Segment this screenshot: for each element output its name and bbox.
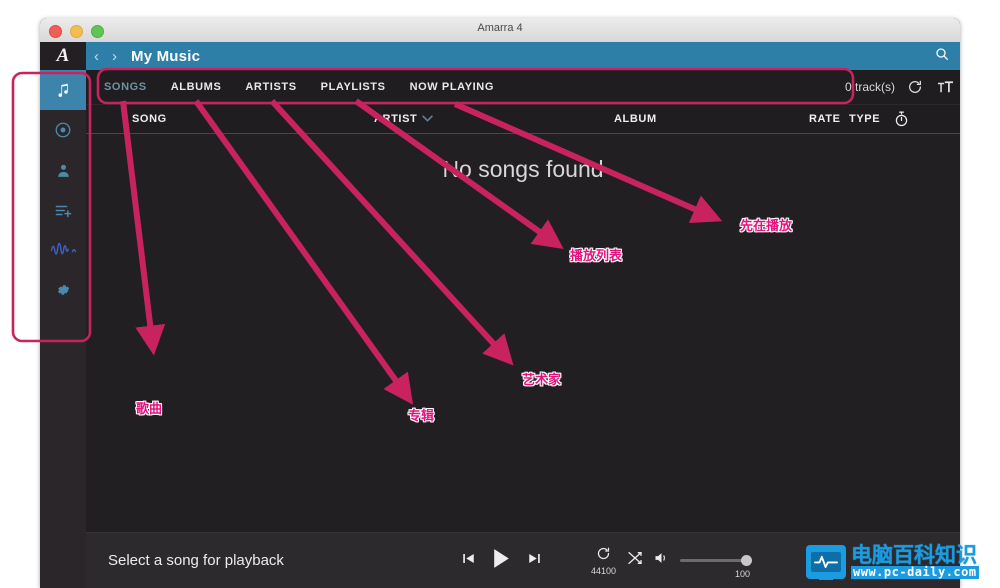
previous-track-icon[interactable] bbox=[461, 551, 476, 571]
repeat-icon[interactable] bbox=[596, 546, 611, 566]
refresh-icon[interactable] bbox=[907, 79, 923, 95]
app-window: Amarra 4 A ‹ › My Music SONGS ALBUMS ART… bbox=[40, 18, 960, 588]
chevron-down-icon bbox=[422, 113, 434, 125]
column-header-artist-label: ARTIST bbox=[374, 113, 418, 125]
tab-bar: SONGS ALBUMS ARTISTS PLAYLISTS NOW PLAYI… bbox=[86, 70, 960, 105]
playlist-add-icon bbox=[54, 201, 73, 220]
volume-slider[interactable]: 100 bbox=[680, 554, 753, 579]
window-body: A ‹ › My Music SONGS ALBUMS ARTISTS PLAY… bbox=[40, 42, 960, 588]
forward-arrow-icon[interactable]: › bbox=[112, 49, 117, 64]
gear-icon bbox=[54, 281, 72, 299]
screenshot-root: Amarra 4 A ‹ › My Music SONGS ALBUMS ART… bbox=[0, 0, 1000, 588]
column-header-artist[interactable]: ARTIST bbox=[374, 113, 434, 125]
sidebar: A bbox=[40, 42, 86, 588]
person-icon bbox=[55, 162, 72, 179]
player-status-text: Select a song for playback bbox=[108, 552, 284, 569]
watermark: 电脑百科知识 www.pc-daily.com bbox=[806, 543, 979, 580]
monitor-pulse-icon bbox=[806, 544, 846, 580]
stopwatch-icon[interactable] bbox=[894, 111, 909, 127]
tab-songs[interactable]: SONGS bbox=[92, 70, 159, 104]
page-title: My Music bbox=[131, 47, 201, 65]
text-size-icon[interactable] bbox=[937, 80, 954, 95]
music-note-icon bbox=[55, 82, 72, 99]
disc-icon bbox=[54, 121, 72, 139]
sidebar-item-playlists[interactable] bbox=[40, 190, 86, 230]
header-nav-arrows[interactable]: ‹ › bbox=[94, 49, 117, 64]
play-icon[interactable] bbox=[491, 547, 512, 575]
column-header-album[interactable]: ALBUM bbox=[614, 113, 657, 125]
transport-controls[interactable] bbox=[461, 547, 542, 575]
tab-now-playing[interactable]: NOW PLAYING bbox=[398, 70, 506, 104]
volume-icon[interactable] bbox=[654, 551, 669, 570]
back-arrow-icon[interactable]: ‹ bbox=[94, 49, 99, 64]
sidebar-item-songs[interactable] bbox=[40, 70, 86, 110]
tab-playlists[interactable]: PLAYLISTS bbox=[309, 70, 398, 104]
watermark-brand: 电脑百科知识 bbox=[851, 543, 977, 567]
sample-rate-block[interactable]: 44100 bbox=[591, 546, 616, 576]
sidebar-item-now-playing[interactable] bbox=[40, 230, 86, 270]
shuffle-icon[interactable] bbox=[627, 550, 643, 571]
next-track-icon[interactable] bbox=[527, 551, 542, 571]
tab-artists[interactable]: ARTISTS bbox=[233, 70, 308, 104]
column-header-rate[interactable]: RATE bbox=[809, 113, 841, 125]
main-column: ‹ › My Music SONGS ALBUMS ARTISTS PLAYLI… bbox=[86, 42, 960, 588]
empty-state-message: No songs found bbox=[442, 156, 604, 182]
app-logo: A bbox=[40, 42, 86, 70]
tab-albums[interactable]: ALBUMS bbox=[159, 70, 234, 104]
sidebar-item-settings[interactable] bbox=[40, 270, 86, 310]
column-header-type[interactable]: TYPE bbox=[849, 113, 880, 125]
sidebar-item-albums[interactable] bbox=[40, 110, 86, 150]
sidebar-item-artists[interactable] bbox=[40, 150, 86, 190]
track-count-label: 0 track(s) bbox=[844, 80, 895, 94]
search-icon[interactable] bbox=[934, 46, 950, 67]
window-title: Amarra 4 bbox=[477, 22, 523, 34]
sample-rate-label: 44100 bbox=[591, 565, 617, 576]
waveform-icon bbox=[50, 240, 77, 261]
volume-slider-knob[interactable] bbox=[741, 555, 753, 566]
window-titlebar: Amarra 4 bbox=[40, 18, 960, 43]
column-header-song[interactable]: SONG bbox=[132, 113, 167, 125]
app-header: ‹ › My Music bbox=[86, 42, 960, 70]
column-headers: SONG ARTIST ALBUM RATE TYPE bbox=[86, 105, 960, 134]
watermark-url: www.pc-daily.com bbox=[851, 565, 979, 580]
player-extras: 44100 100 bbox=[591, 546, 753, 579]
volume-value-label: 100 bbox=[735, 568, 751, 579]
song-list[interactable]: No songs found bbox=[86, 134, 960, 532]
